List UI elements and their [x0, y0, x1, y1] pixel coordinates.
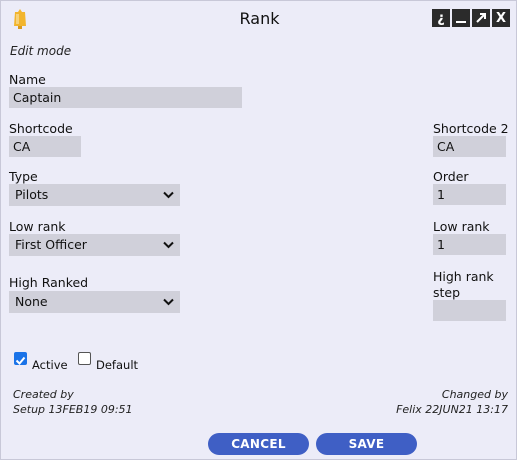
created-by-value: Setup 13FEB19 09:51: [13, 403, 133, 416]
shortcode2-field[interactable]: CA: [433, 136, 506, 157]
low-rank-label: Low rank: [9, 219, 66, 234]
order-label: Order: [433, 169, 469, 184]
name-label: Name: [9, 72, 46, 87]
active-checkbox[interactable]: [14, 352, 27, 365]
changed-by-label: Changed by: [441, 388, 508, 401]
shortcode-field[interactable]: CA: [9, 136, 81, 157]
type-select[interactable]: Pilots: [9, 184, 180, 206]
high-rank-step-label: High rank step: [433, 269, 494, 301]
low-rank-select-value: First Officer: [15, 237, 87, 252]
high-ranked-label: High Ranked: [9, 275, 89, 290]
type-label: Type: [9, 169, 38, 184]
chevron-down-icon: [163, 298, 174, 306]
chevron-down-icon: [163, 191, 174, 199]
order-field[interactable]: 1: [433, 184, 506, 205]
created-info: Created by Setup 13FEB19 09:51: [13, 387, 133, 417]
high-ranked-select[interactable]: None: [9, 291, 180, 313]
minimize-icon[interactable]: [452, 9, 470, 27]
shortcode-label: Shortcode: [9, 121, 73, 136]
chevron-down-icon: [163, 241, 174, 249]
shortcode2-label: Shortcode 2: [433, 121, 509, 136]
changed-info: Changed by Felix 22JUN21 13:17: [396, 387, 508, 417]
maximize-icon[interactable]: [472, 9, 490, 27]
help-icon[interactable]: ¿: [432, 9, 450, 27]
active-checkbox-label[interactable]: Active: [32, 358, 68, 372]
high-rank-step-field[interactable]: [433, 300, 506, 321]
low-rank-select[interactable]: First Officer: [9, 234, 180, 256]
close-icon[interactable]: X: [492, 9, 510, 27]
default-checkbox-label[interactable]: Default: [96, 358, 138, 372]
name-field[interactable]: Captain: [9, 87, 242, 108]
save-button[interactable]: SAVE: [316, 433, 417, 455]
high-ranked-select-value: None: [15, 294, 48, 309]
low-rank-step-field[interactable]: 1: [433, 234, 506, 255]
default-checkbox[interactable]: [78, 352, 91, 365]
checkmark-icon: [15, 356, 26, 365]
window-controls: ¿ X: [432, 9, 510, 27]
mode-indicator: Edit mode: [10, 44, 72, 58]
created-by-label: Created by: [13, 388, 74, 401]
type-select-value: Pilots: [15, 187, 49, 202]
title-bar: Rank ¿ X: [1, 1, 517, 37]
high-rank-step-label-line1: High rank: [433, 269, 494, 284]
rank-dialog: Rank ¿ X Edit mode Name Captain Shortcod…: [0, 0, 517, 460]
changed-by-value: Felix 22JUN21 13:17: [396, 403, 508, 416]
cancel-button[interactable]: CANCEL: [208, 433, 309, 455]
high-rank-step-label-line2: step: [433, 285, 461, 300]
